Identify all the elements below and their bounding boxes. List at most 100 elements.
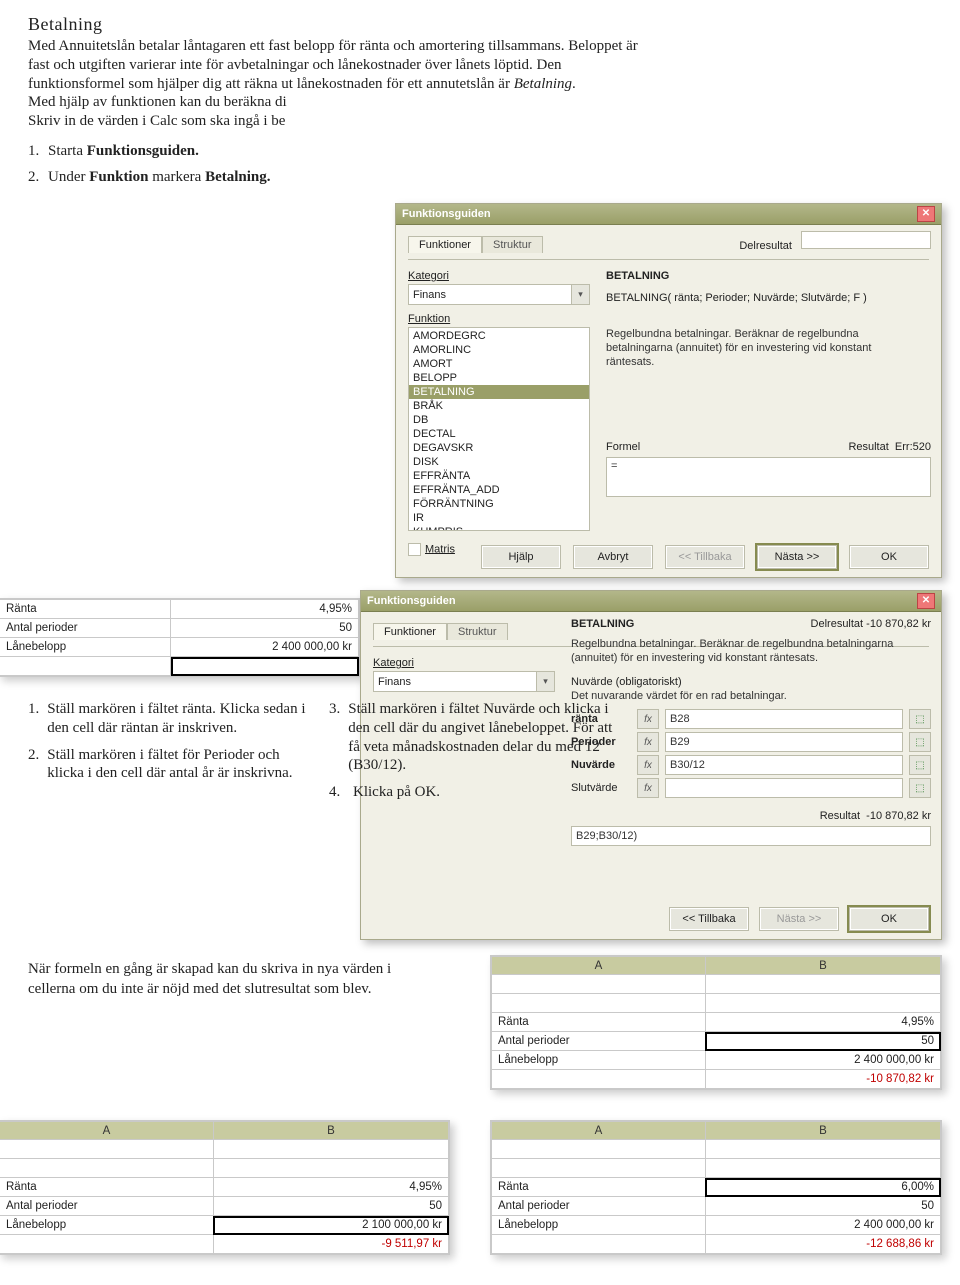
list-item[interactable]: EFFRÄNTA [409, 469, 589, 483]
list-item[interactable]: DECTAL [409, 427, 589, 441]
cell-value: 2 400 000,00 kr [171, 638, 359, 657]
chevron-down-icon[interactable]: ▾ [536, 672, 554, 691]
tab-funktioner[interactable]: Funktioner [373, 623, 447, 640]
dialog2-titlebar: Funktionsguiden ✕ [361, 591, 941, 612]
back-button: << Tillbaka [665, 545, 745, 569]
cell-label: Lånebelopp [0, 1216, 213, 1235]
page-title: Betalning [28, 14, 932, 35]
fx-icon[interactable]: fx [637, 709, 659, 729]
intro-p1-end: . [572, 76, 576, 92]
intro-italic: Betalning [514, 76, 572, 92]
cell-value[interactable]: 50 [705, 1032, 940, 1051]
step2-mid: markera [148, 169, 205, 185]
cell-picker-icon[interactable]: ⬚ [909, 732, 931, 752]
ok-button[interactable]: OK [849, 545, 929, 569]
cell-picker-icon[interactable]: ⬚ [909, 755, 931, 775]
step2-pre: Under [48, 169, 89, 185]
col-header: A [492, 1122, 706, 1140]
cell-value: 50 [171, 619, 359, 638]
resultat-label: Resultat [848, 441, 888, 453]
col-header: A [0, 1122, 213, 1140]
intro-p2a: Med hjälp av funktionen kan du beräkna d… [28, 94, 287, 110]
next-button: Nästa >> [759, 907, 839, 931]
delresultat-label: Delresultat [811, 618, 864, 630]
list-item[interactable]: FÖRRÄNTNING [409, 497, 589, 511]
col-header: A [492, 957, 706, 975]
list-item[interactable]: BRÅK [409, 399, 589, 413]
mid-step-2: Ställ markören i fältet för Perioder och… [47, 746, 319, 784]
next-button[interactable]: Nästa >> [757, 545, 837, 569]
close-icon[interactable]: ✕ [917, 593, 935, 609]
cell-active[interactable] [171, 657, 359, 676]
list-item[interactable]: KUMPRIS [409, 525, 589, 531]
chevron-down-icon[interactable]: ▾ [571, 285, 589, 304]
function-description: Regelbundna betalningar. Beräknar de reg… [606, 328, 916, 369]
mid-step-3: Ställ markören i fältet Nuvärde och klic… [348, 700, 620, 775]
cell-value: 4,95% [171, 600, 359, 619]
delresultat-label: Delresultat [606, 231, 931, 252]
fx-icon[interactable]: fx [637, 778, 659, 798]
tab-struktur[interactable]: Struktur [447, 623, 508, 640]
tab-struktur[interactable]: Struktur [482, 236, 543, 253]
delresultat-value: -10 870,82 kr [866, 618, 931, 630]
cell-value[interactable]: 6,00% [705, 1178, 940, 1197]
cell-picker-icon[interactable]: ⬚ [909, 709, 931, 729]
nuvarde-opt-label: Nuvärde (obligatoriskt) [571, 676, 931, 688]
kategori-value: Finans [374, 676, 536, 688]
param-input-nuvarde[interactable]: B30/12 [665, 755, 903, 775]
list-item[interactable]: DISK [409, 455, 589, 469]
back-button[interactable]: << Tillbaka [669, 907, 749, 931]
param-input-slutvarde[interactable] [665, 778, 903, 798]
close-icon[interactable]: ✕ [917, 206, 935, 222]
formula-input[interactable]: = [606, 457, 931, 497]
list-item-selected[interactable]: BETALNING [409, 385, 589, 399]
param-input-perioder[interactable]: B29 [665, 732, 903, 752]
dialog2-title: Funktionsguiden [367, 595, 456, 607]
fx-icon[interactable]: fx [637, 755, 659, 775]
formula-input-2[interactable]: B29;B30/12) [571, 826, 931, 846]
list-item[interactable]: BELOPP [409, 371, 589, 385]
cell-label: Antal perioder [492, 1032, 706, 1051]
cell-value[interactable]: 2 100 000,00 kr [213, 1216, 448, 1235]
list-item[interactable]: IR [409, 511, 589, 525]
cell-value: 4,95% [213, 1178, 448, 1197]
cell-label: Antal perioder [492, 1197, 706, 1216]
kategori-dropdown[interactable]: Finans ▾ [373, 671, 555, 692]
spreadsheet-snippet-1: Ränta4,95% Antal perioder50 Lånebelopp2 … [0, 598, 360, 677]
list-item[interactable]: DB [409, 413, 589, 427]
function-description: Regelbundna betalningar. Beräknar de reg… [571, 638, 931, 666]
list-item[interactable]: EFFRÄNTA_ADD [409, 483, 589, 497]
kategori-dropdown[interactable]: Finans ▾ [408, 284, 590, 305]
list-item[interactable]: AMORT [409, 357, 589, 371]
function-signature: BETALNING( ränta; Perioder; Nuvärde; Slu… [606, 292, 931, 304]
ok-button[interactable]: OK [849, 907, 929, 931]
step2-bold2: Betalning. [205, 169, 270, 185]
param-input-ranta[interactable]: B28 [665, 709, 903, 729]
mid-step-4: Klicka på OK. [353, 783, 440, 802]
cancel-button[interactable]: Avbryt [573, 545, 653, 569]
resultat-value: -10 870,82 kr [866, 810, 931, 822]
param-row-perioder: Perioder fx B29 ⬚ [571, 732, 931, 752]
help-button[interactable]: Hjälp [481, 545, 561, 569]
cell-label: Lånebelopp [0, 638, 171, 657]
list-item[interactable]: AMORDEGRC [409, 329, 589, 343]
resultat-label: Resultat [820, 810, 860, 822]
function-listbox[interactable]: AMORDEGRC AMORLINC AMORT BELOPP BETALNIN… [408, 327, 590, 531]
cell-result: -12 688,86 kr [705, 1235, 940, 1254]
col-header: B [213, 1122, 448, 1140]
list-item[interactable]: AMORLINC [409, 343, 589, 357]
fx-icon[interactable]: fx [637, 732, 659, 752]
mid-instructions: 1.Ställ markören i fältet ränta. Klicka … [28, 700, 620, 810]
cell-result: -9 511,97 kr [213, 1235, 448, 1254]
cell-value: 50 [705, 1197, 940, 1216]
step-2: 2.Under Funktion markera Betalning. [28, 169, 932, 186]
cell-label: Lånebelopp [492, 1216, 706, 1235]
cell-picker-icon[interactable]: ⬚ [909, 778, 931, 798]
param-row-slutvarde: Slutvärde fx ⬚ [571, 778, 931, 798]
list-item[interactable]: DEGAVSKR [409, 441, 589, 455]
cell-value: 2 400 000,00 kr [705, 1051, 940, 1070]
tab-funktioner[interactable]: Funktioner [408, 236, 482, 253]
cell-value: 4,95% [705, 1013, 940, 1032]
kategori-value: Finans [409, 289, 571, 301]
cell-label: Antal perioder [0, 619, 171, 638]
